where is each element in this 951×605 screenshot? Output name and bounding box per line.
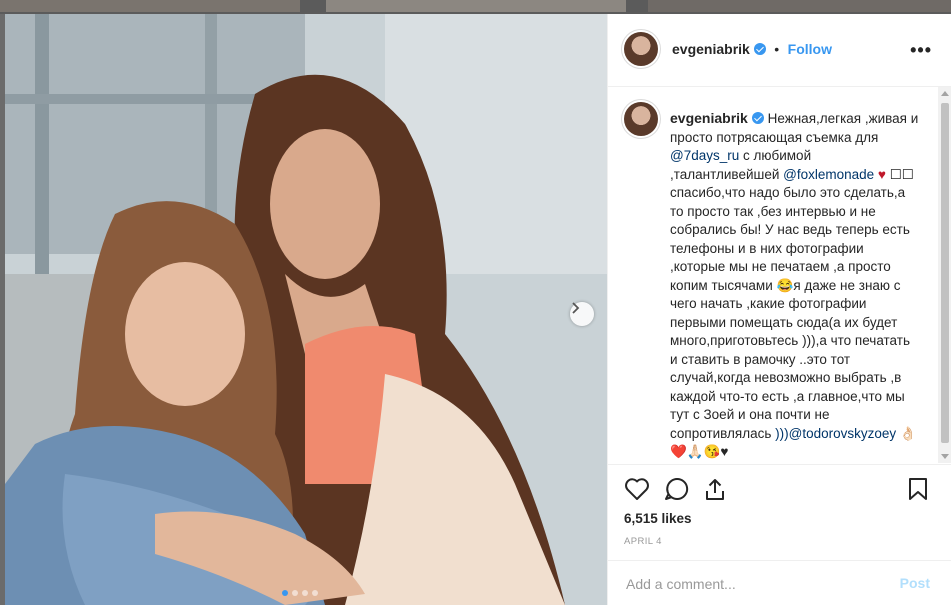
photo-illustration [5,14,607,605]
caption-username[interactable]: evgeniabrik [670,110,748,126]
comment-input[interactable] [624,573,888,595]
header-user-line: evgeniabrik • Follow [672,41,832,59]
likes-count[interactable]: 6,515 likes [624,511,692,526]
carousel-indicator [282,590,318,596]
caption-text-segment: ☐☐ спасибо,что надо было это сделать,а т… [670,166,914,441]
feed-thumbnail[interactable] [0,0,300,12]
carousel-dot [302,590,308,596]
carousel-dot [312,590,318,596]
more-options-button[interactable]: ••• [910,40,932,61]
mention-link[interactable]: )))@todorovskyzoey [775,426,896,441]
heart-outline-icon [625,478,649,500]
feed-thumbnail[interactable] [326,0,626,12]
scroll-up-arrow-icon[interactable] [941,91,949,96]
ellipsis-icon: ••• [910,40,932,60]
caption-avatar[interactable] [624,102,658,136]
comment-form: Post [608,560,951,605]
post-sidebar: evgeniabrik • Follow ••• evgeniabrik Неж… [607,14,951,605]
header-username[interactable]: evgeniabrik [672,41,750,57]
carousel-dot [282,590,288,596]
caption-text: evgeniabrik Нежная,легкая ,живая и прост… [670,109,920,462]
comment-button[interactable] [664,477,690,506]
caption-scrollbar[interactable] [938,87,951,463]
speech-bubble-icon [665,477,689,500]
background-feed-strip [0,0,951,14]
carousel-next-button[interactable] [570,302,594,326]
carousel-dot [292,590,298,596]
verified-badge-icon [751,112,764,124]
post-actions: 6,515 likes APRIL 4 [608,464,951,560]
post-photo[interactable] [5,14,607,605]
scroll-down-arrow-icon[interactable] [941,454,949,459]
feed-thumbnail[interactable] [648,0,951,12]
post-comment-button[interactable]: Post [900,575,930,591]
like-button[interactable] [624,477,650,506]
avatar[interactable] [624,32,658,66]
save-button[interactable] [908,477,928,506]
caption-scroll-area[interactable]: evgeniabrik Нежная,легкая ,живая и прост… [608,87,938,463]
share-arrow-icon [706,479,724,500]
mention-link[interactable]: @foxlemonade [783,167,874,182]
mention-link[interactable]: @7days_ru [670,148,739,163]
dot-separator: • [774,41,780,57]
chevron-right-icon [572,302,580,314]
caption-body: Нежная,легкая ,живая и просто потрясающа… [670,111,918,459]
follow-button[interactable]: Follow [788,41,832,57]
heart-emoji: ♥ [874,166,886,182]
scrollbar-thumb[interactable] [941,103,949,443]
post-header: evgeniabrik • Follow ••• [608,14,951,87]
post-date[interactable]: APRIL 4 [624,536,662,547]
share-button[interactable] [704,477,726,506]
bookmark-icon [909,478,927,500]
post-modal: evgeniabrik • Follow ••• evgeniabrik Неж… [5,14,951,605]
verified-badge-icon [753,43,766,55]
